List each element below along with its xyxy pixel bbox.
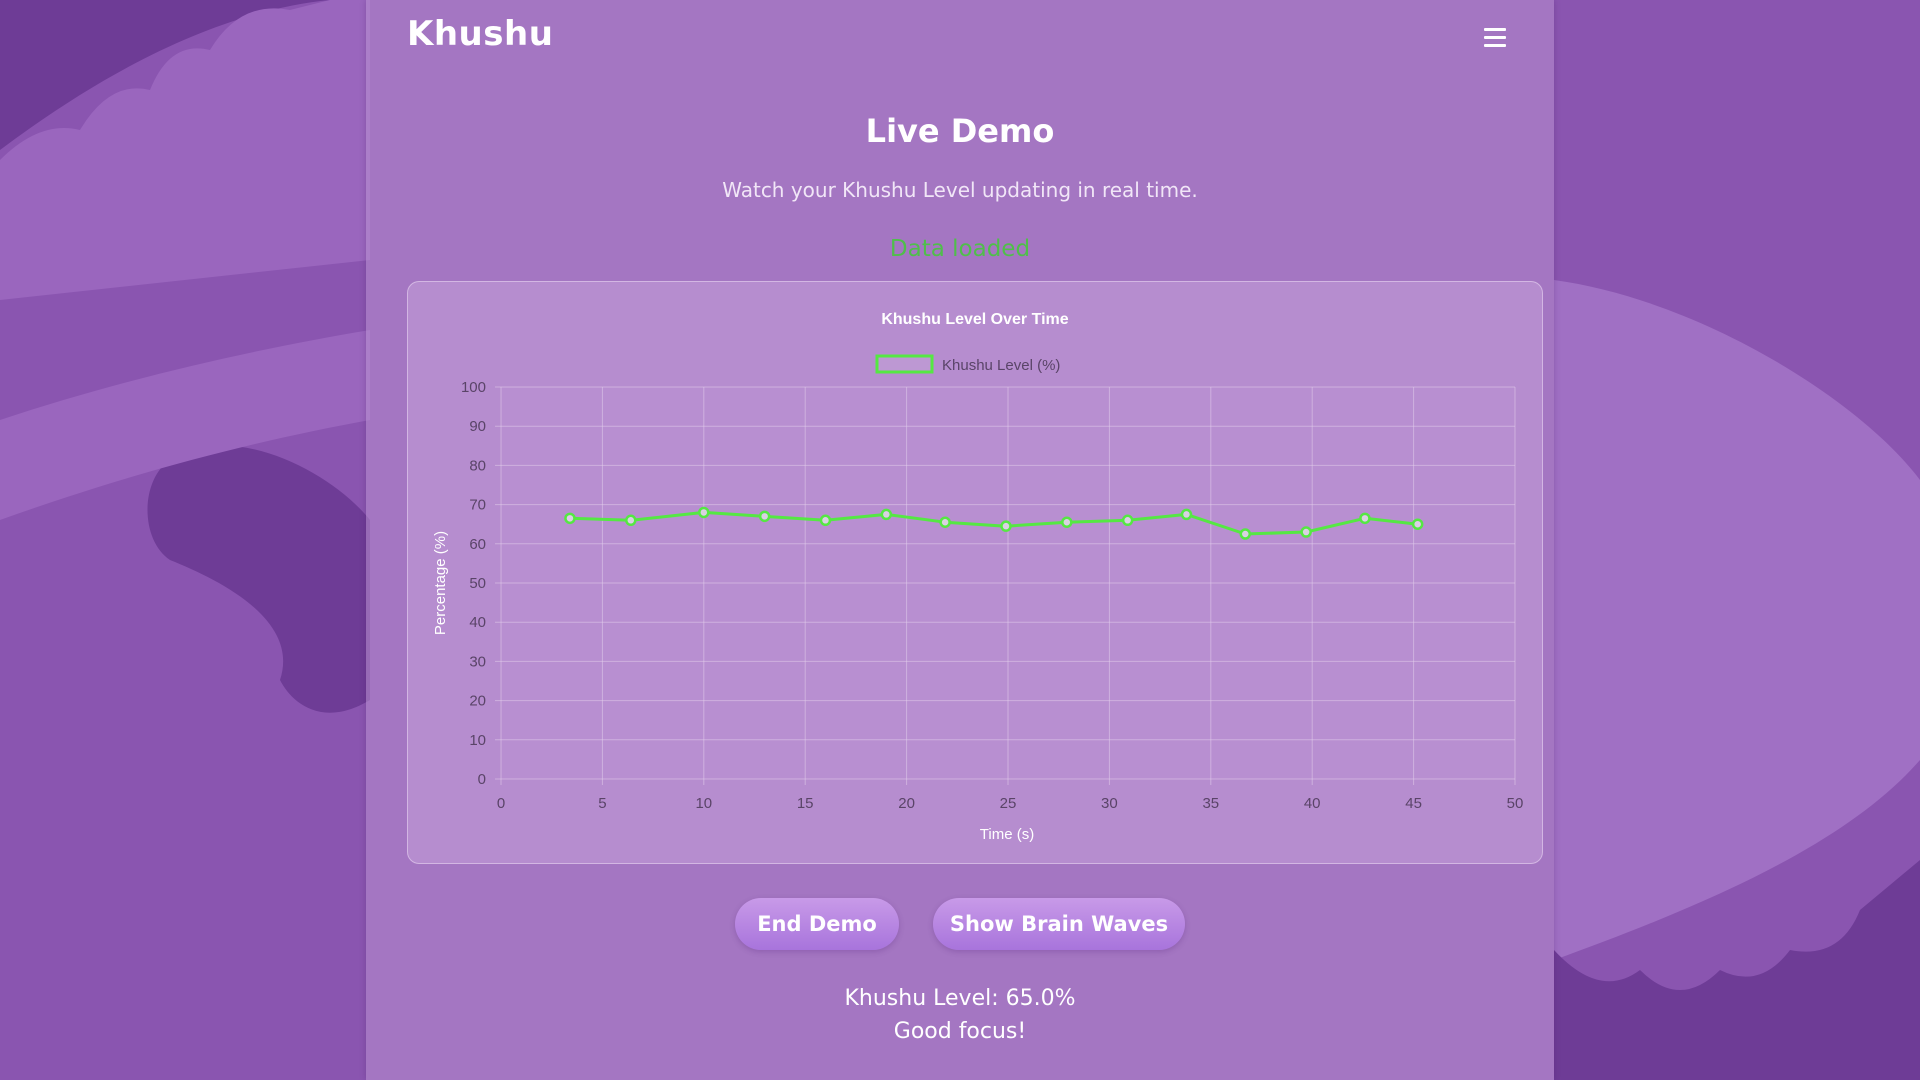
x-tick-label: 45 xyxy=(1405,795,1422,812)
line-chart: 0 5 10 15 20 25 30 35 40 45 50 0 10 20 30 40 50 60 70 80 90 1… xyxy=(432,311,1524,843)
data-point xyxy=(698,506,710,519)
chart-title: Khushu Level Over Time xyxy=(881,311,1068,328)
page-title: Live Demo xyxy=(865,112,1055,150)
x-tick-label: 35 xyxy=(1202,795,1219,812)
x-tick-label: 15 xyxy=(797,795,814,812)
y-axis-label: Percentage (%) xyxy=(432,531,449,635)
y-tick-label: 20 xyxy=(469,693,486,710)
y-tick-label: 50 xyxy=(469,575,486,592)
khushu-level-readout: Khushu Level: 65.0% xyxy=(844,986,1076,1011)
x-tick-label: 20 xyxy=(898,795,915,812)
data-point xyxy=(625,514,637,527)
legend-label: Khushu Level (%) xyxy=(942,357,1060,374)
y-tick-label: 70 xyxy=(469,497,486,514)
data-point xyxy=(1121,514,1134,527)
y-tick-label: 100 xyxy=(461,379,486,396)
x-tick-label: 40 xyxy=(1304,795,1321,812)
data-point xyxy=(819,514,832,527)
main-panel: Khushu Live Demo Watch your Khushu Level… xyxy=(366,0,1554,1080)
x-tick-label: 25 xyxy=(1000,795,1017,812)
y-tick-label: 0 xyxy=(478,771,486,788)
hamburger-menu-icon[interactable] xyxy=(1484,28,1506,48)
data-point xyxy=(1000,520,1012,532)
x-axis-label: Time (s) xyxy=(980,826,1034,843)
data-point xyxy=(939,516,951,528)
data-point xyxy=(1411,518,1424,530)
y-tick-label: 90 xyxy=(469,418,486,435)
x-tick-label: 0 xyxy=(497,795,505,812)
data-point xyxy=(1359,512,1371,525)
data-point xyxy=(564,512,576,525)
end-demo-button[interactable]: End Demo xyxy=(735,898,899,950)
data-point xyxy=(758,510,771,523)
data-point xyxy=(1300,526,1312,538)
data-point xyxy=(1061,516,1073,528)
show-brain-waves-button[interactable]: Show Brain Waves xyxy=(933,898,1185,950)
x-tick-label: 50 xyxy=(1507,795,1524,812)
y-tick-label: 40 xyxy=(469,614,486,631)
x-tick-label: 30 xyxy=(1101,795,1118,812)
y-tick-label: 30 xyxy=(469,653,486,670)
data-point xyxy=(1180,508,1193,521)
status-text: Data loaded xyxy=(889,236,1031,262)
legend-swatch xyxy=(875,354,934,374)
focus-message: Good focus! xyxy=(893,1019,1027,1044)
data-point xyxy=(1239,528,1252,540)
page-subtitle: Watch your Khushu Level updating in real… xyxy=(722,178,1198,202)
y-tick-label: 80 xyxy=(469,457,486,474)
y-tick-label: 10 xyxy=(469,732,486,749)
chart-card: 0 5 10 15 20 25 30 35 40 45 50 0 10 20 30 40 50 60 70 80 90 1… xyxy=(407,281,1543,864)
x-tick-label: 5 xyxy=(598,795,606,812)
x-tick-label: 10 xyxy=(695,795,712,812)
y-tick-label: 60 xyxy=(469,536,486,553)
data-point xyxy=(880,508,893,521)
app-logo[interactable]: Khushu xyxy=(407,14,553,54)
